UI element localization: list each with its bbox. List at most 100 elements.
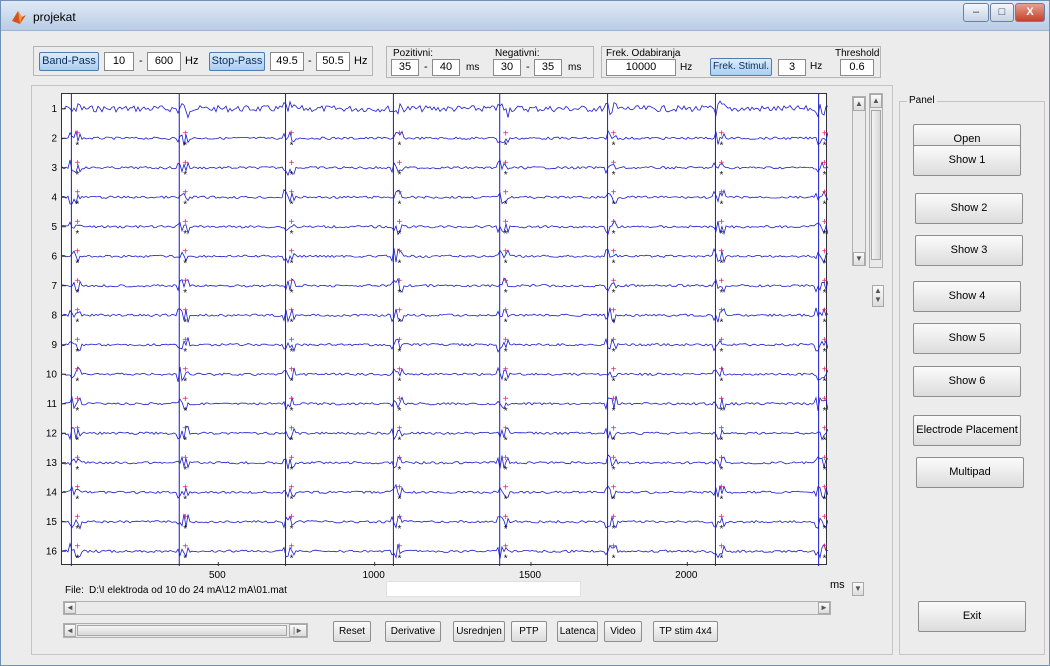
positive-peak-marker: +	[74, 364, 80, 375]
channel-label-3: 3	[51, 163, 57, 174]
neg-unit: ms	[568, 62, 582, 73]
negative-peak-marker: *	[183, 524, 187, 535]
band-high-input[interactable]: 600	[147, 52, 181, 71]
tp-stim-button[interactable]: TP stim 4x4	[653, 621, 718, 642]
stop-high-input[interactable]: 50.5	[316, 52, 350, 71]
scroll-thumb[interactable]	[77, 625, 287, 636]
show-5-button[interactable]: Show 5	[913, 323, 1021, 354]
positive-peak-marker: +	[719, 512, 725, 523]
reset-button[interactable]: Reset	[333, 621, 371, 642]
negative-peak-marker: *	[719, 376, 723, 387]
minimize-button[interactable]: –	[963, 3, 989, 22]
negative-peak-marker: *	[612, 229, 616, 240]
negative-peak-marker: *	[290, 376, 294, 387]
show-4-button[interactable]: Show 4	[913, 281, 1021, 312]
negative-peak-marker: *	[75, 199, 79, 210]
neg-low-input[interactable]: 30	[493, 59, 521, 76]
multipad-button[interactable]: Multipad	[916, 457, 1024, 488]
stim-freq-input[interactable]: 3	[778, 59, 806, 76]
positive-peak-marker: +	[182, 158, 188, 169]
negative-peak-marker: *	[397, 170, 401, 181]
positive-peak-marker: +	[503, 276, 509, 287]
positive-peak-marker: +	[719, 335, 725, 346]
positive-peak-marker: +	[719, 305, 725, 316]
show-2-button[interactable]: Show 2	[915, 193, 1023, 224]
positive-peak-marker: +	[822, 128, 828, 139]
negative-peak-marker: *	[823, 317, 827, 328]
maximize-button[interactable]: □	[990, 3, 1014, 22]
scroll-left-icon[interactable]: ◄	[64, 602, 76, 614]
electrode-placement-button[interactable]: Electrode Placement	[913, 415, 1021, 446]
negative-peak-marker: *	[719, 553, 723, 564]
negative-peak-marker: *	[612, 435, 616, 446]
show-1-button[interactable]: Show 1	[913, 145, 1021, 176]
scroll-down-icon[interactable]: ▼	[853, 252, 865, 266]
stim-freq-toggle[interactable]: Frek. Stimul.	[710, 58, 772, 76]
channel-trace-9	[62, 337, 828, 353]
poz-high-input[interactable]: 40	[432, 59, 460, 76]
scroll-up-icon[interactable]: ▲	[853, 97, 865, 111]
close-button[interactable]: X	[1015, 3, 1045, 22]
scroll-left-icon[interactable]: ◄	[64, 624, 76, 637]
horizontal-scrollbar-small[interactable]: ◄ |►	[63, 623, 308, 638]
vertical-scrollbar-1[interactable]: ▲ ▼	[852, 96, 866, 266]
positive-peak-marker: +	[719, 246, 725, 257]
positive-peak-marker: +	[289, 394, 295, 405]
scroll-up-icon[interactable]: ▲	[870, 94, 882, 108]
positive-peak-marker: +	[719, 423, 725, 434]
positive-peak-marker: +	[396, 512, 402, 523]
threshold-input[interactable]: 0.6	[840, 59, 874, 76]
positive-peak-marker: +	[289, 364, 295, 375]
video-button[interactable]: Video	[604, 621, 642, 642]
latency-window-group: Pozitivni: 35 - 40 ms Negativni: 30 - 35…	[386, 46, 594, 78]
show-3-button[interactable]: Show 3	[915, 235, 1023, 266]
signal-plot[interactable]: + * + * + * + * + * + * + * + * + * + * + * + * + * + * + * + * + * + * + * + *…	[61, 93, 828, 566]
negative-peak-marker: *	[183, 229, 187, 240]
negative-peak-marker: *	[719, 229, 723, 240]
exit-button[interactable]: Exit	[918, 601, 1026, 632]
negative-peak-marker: *	[719, 494, 723, 505]
vertical-scrollbar-2[interactable]: ▲	[869, 93, 883, 268]
negative-peak-marker: *	[504, 435, 508, 446]
usrednjen-button[interactable]: Usrednjen	[453, 621, 505, 642]
channel-label-7: 7	[51, 281, 57, 292]
derivative-button[interactable]: Derivative	[385, 621, 441, 642]
scroll-stepper-icon[interactable]: ▲ ▼	[872, 285, 884, 307]
show-6-button[interactable]: Show 6	[913, 366, 1021, 397]
negative-peak-marker: *	[612, 170, 616, 181]
positive-peak-marker: +	[182, 541, 188, 552]
negative-peak-marker: *	[719, 288, 723, 299]
negative-peak-marker: *	[504, 406, 508, 417]
stop-low-input[interactable]: 49.5	[270, 52, 304, 71]
negative-peak-marker: *	[612, 140, 616, 151]
scroll-down-icon[interactable]: ▼	[852, 582, 864, 596]
negative-peak-marker: *	[75, 229, 79, 240]
neg-high-input[interactable]: 35	[534, 59, 562, 76]
negative-peak-marker: *	[183, 435, 187, 446]
scroll-right-icon[interactable]: |►	[289, 624, 307, 637]
horizontal-scrollbar[interactable]: ◄ ►	[63, 601, 831, 615]
negative-peak-marker: *	[612, 376, 616, 387]
negative-peak-marker: *	[397, 258, 401, 269]
negative-peak-marker: *	[397, 317, 401, 328]
negative-peak-marker: *	[397, 140, 401, 151]
negative-peak-marker: *	[719, 258, 723, 269]
latenca-button[interactable]: Latenca	[557, 621, 598, 642]
positive-peak-marker: +	[182, 364, 188, 375]
positive-peak-marker: +	[74, 453, 80, 464]
band-low-input[interactable]: 10	[104, 52, 134, 71]
poz-low-input[interactable]: 35	[391, 59, 419, 76]
negative-peak-marker: *	[504, 317, 508, 328]
band-pass-toggle[interactable]: Band-Pass	[39, 52, 99, 71]
positive-peak-marker: +	[822, 217, 828, 228]
negative-peak-marker: *	[183, 465, 187, 476]
channel-label-16: 16	[46, 546, 58, 557]
sampling-rate-input[interactable]: 10000	[606, 59, 676, 76]
scroll-right-icon[interactable]: ►	[818, 602, 830, 614]
file-info-box	[386, 581, 581, 597]
ptp-button[interactable]: PTP	[511, 621, 547, 642]
positive-peak-marker: +	[611, 482, 617, 493]
positive-peak-marker: +	[74, 512, 80, 523]
scroll-thumb[interactable]	[871, 110, 881, 260]
stop-pass-toggle[interactable]: Stop-Pass	[209, 52, 265, 71]
